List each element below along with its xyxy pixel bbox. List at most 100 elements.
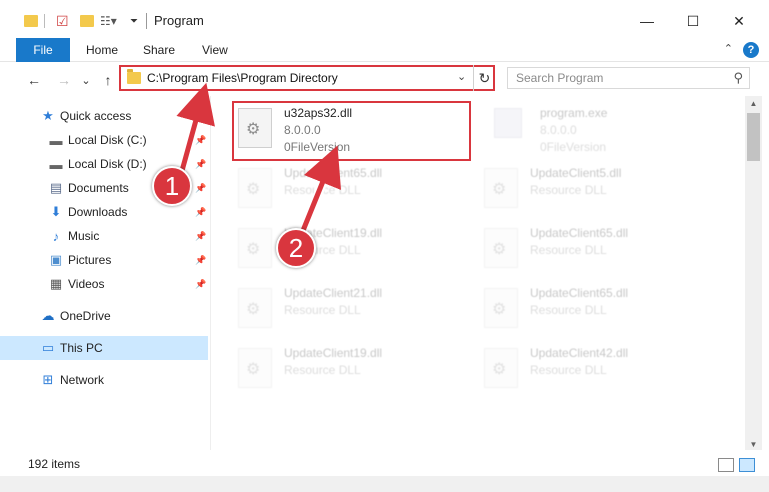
scrollbar-thumb[interactable] [747, 113, 760, 161]
file-name: UpdateClient5.dll [530, 166, 622, 180]
callout-step-2: 2 [276, 228, 316, 268]
up-button[interactable]: ↑ [98, 70, 118, 90]
quick-access-dropdown-icon[interactable]: ⏷ [130, 10, 138, 32]
customize-toolbar-icon[interactable]: ☷▾ [100, 10, 117, 32]
ribbon-tabs: File Home Share View ⌃ ? [0, 38, 769, 62]
properties-icon[interactable]: ☑ [56, 10, 69, 32]
file-item[interactable]: UpdateClient65.dll Resource DLL [484, 224, 714, 280]
file-item[interactable]: UpdateClient21.dll Resource DLL [238, 284, 468, 340]
title-bar: ☑ ☷▾ ⏷ Program — ☐ ✕ [0, 0, 769, 40]
file-item[interactable]: UpdateClient65.dll Resource DLL [484, 284, 714, 340]
separator [44, 14, 45, 28]
sidebar-item-pictures[interactable]: ▣ Pictures 📌 [0, 248, 208, 272]
tab-share[interactable]: Share [143, 38, 175, 62]
sidebar-item-videos[interactable]: ▦ Videos 📌 [0, 272, 208, 296]
file-name: UpdateClient65.dll [530, 226, 629, 240]
file-description: Resource DLL [530, 363, 607, 377]
sidebar-item-label: Quick access [60, 109, 132, 123]
close-button[interactable]: ✕ [724, 8, 754, 34]
file-description: Resource DLL [284, 183, 361, 197]
pin-icon: 📌 [195, 134, 207, 145]
sidebar-item-label: Local Disk (C:) [68, 133, 147, 147]
dll-file-icon [484, 288, 518, 328]
dll-file-icon [484, 228, 518, 268]
pin-icon: 📌 [195, 158, 207, 169]
navigation-bar: ← → ⌄ ↑ C:\Program Files\Program Directo… [0, 62, 769, 96]
recent-locations-button[interactable]: ⌄ [76, 70, 96, 90]
file-name: UpdateClient65.dll [530, 286, 629, 300]
sidebar-item-music[interactable]: ♪ Music 📌 [0, 224, 208, 248]
folder-icon [127, 69, 141, 84]
file-name: UpdateClient19.dll [284, 346, 383, 360]
sidebar-item-quick-access[interactable]: ★ Quick access [0, 104, 208, 128]
pin-icon: 📌 [195, 254, 207, 265]
download-icon: ⬇ [50, 204, 62, 219]
search-icon[interactable]: ⚲ [733, 70, 743, 86]
sidebar-item-label: Pictures [68, 253, 112, 267]
address-bar[interactable]: C:\Program Files\Program Directory ⌄ ↻ [119, 65, 495, 91]
sidebar-item-label: Downloads [68, 205, 128, 219]
sidebar-item-local-disk-c[interactable]: ▬ Local Disk (C:) 📌 [0, 128, 208, 152]
sidebar-item-label: Videos [68, 277, 105, 291]
dll-file-icon [238, 228, 272, 268]
address-path[interactable]: C:\Program Files\Program Directory [147, 71, 338, 85]
file-description: Resource DLL [530, 183, 607, 197]
status-bar: 192 items [0, 452, 769, 476]
navigation-pane: ★ Quick access ▬ Local Disk (C:) 📌 ▬ Loc… [0, 96, 210, 450]
new-folder-icon[interactable] [80, 10, 94, 32]
dll-file-icon [484, 168, 518, 208]
collapse-ribbon-icon[interactable]: ⌃ [724, 42, 733, 55]
back-button[interactable]: ← [24, 70, 44, 90]
minimize-button[interactable]: — [632, 8, 662, 34]
address-dropdown-icon[interactable]: ⌄ [457, 70, 466, 83]
callout-step-1: 1 [152, 166, 192, 206]
pin-icon: 📌 [195, 206, 207, 217]
music-icon: ♪ [52, 228, 60, 244]
file-version: 8.0.0.0 [540, 123, 577, 137]
dll-file-icon [238, 168, 272, 208]
help-icon[interactable]: ? [743, 42, 759, 58]
file-item[interactable]: UpdateClient19.dll Resource DLL [238, 224, 468, 280]
file-description: Resource DLL [530, 303, 607, 317]
exe-file-icon [494, 108, 522, 138]
dll-file-icon [238, 288, 272, 328]
sidebar-item-onedrive[interactable]: ☁ OneDrive [0, 304, 208, 328]
details-view-icon[interactable] [718, 458, 734, 472]
window-title: Program [154, 13, 204, 28]
large-icons-view-icon[interactable] [739, 458, 755, 472]
sidebar-item-this-pc[interactable]: ▭ This PC [0, 336, 208, 360]
dll-file-icon [484, 348, 518, 388]
sidebar-item-label: Network [60, 373, 105, 387]
pane-divider[interactable] [210, 96, 211, 450]
file-name: UpdateClient65.dll [284, 166, 383, 180]
scroll-up-icon[interactable]: ▲ [745, 99, 762, 111]
sidebar-item-network[interactable]: ⊞ Network [0, 368, 208, 392]
search-placeholder: Search Program [516, 71, 604, 85]
drive-icon: ▬ [49, 132, 63, 148]
refresh-button[interactable]: ↻ [473, 65, 495, 91]
pin-icon: 📌 [195, 230, 207, 241]
forward-button[interactable]: → [54, 70, 74, 90]
file-item[interactable]: UpdateClient5.dll Resource DLL [484, 164, 714, 220]
star-icon: ★ [42, 108, 54, 123]
sidebar-item-label: Local Disk (D:) [68, 157, 147, 171]
network-icon: ⊞ [42, 372, 54, 387]
search-input[interactable]: Search Program ⚲ [507, 67, 750, 89]
file-item[interactable]: UpdateClient65.dll Resource DLL [238, 164, 468, 220]
title-separator [146, 13, 147, 29]
dll-file-icon [238, 348, 272, 388]
cloud-icon: ☁ [41, 308, 55, 323]
file-description: Resource DLL [284, 363, 361, 377]
computer-icon: ▭ [41, 340, 55, 355]
tab-view[interactable]: View [202, 38, 228, 62]
video-icon: ▦ [49, 276, 63, 291]
scroll-down-icon[interactable]: ▼ [745, 440, 762, 452]
pin-icon: 📌 [195, 278, 207, 289]
file-item[interactable]: UpdateClient19.dll Resource DLL [238, 344, 468, 400]
maximize-button[interactable]: ☐ [678, 8, 708, 34]
file-description: Resource DLL [284, 303, 361, 317]
tab-home[interactable]: Home [86, 38, 118, 62]
file-item[interactable]: UpdateClient42.dll Resource DLL [484, 344, 714, 400]
file-item-program-exe[interactable]: program.exe 8.0.0.0 0FileVersion [494, 104, 724, 160]
tab-file[interactable]: File [16, 38, 70, 62]
